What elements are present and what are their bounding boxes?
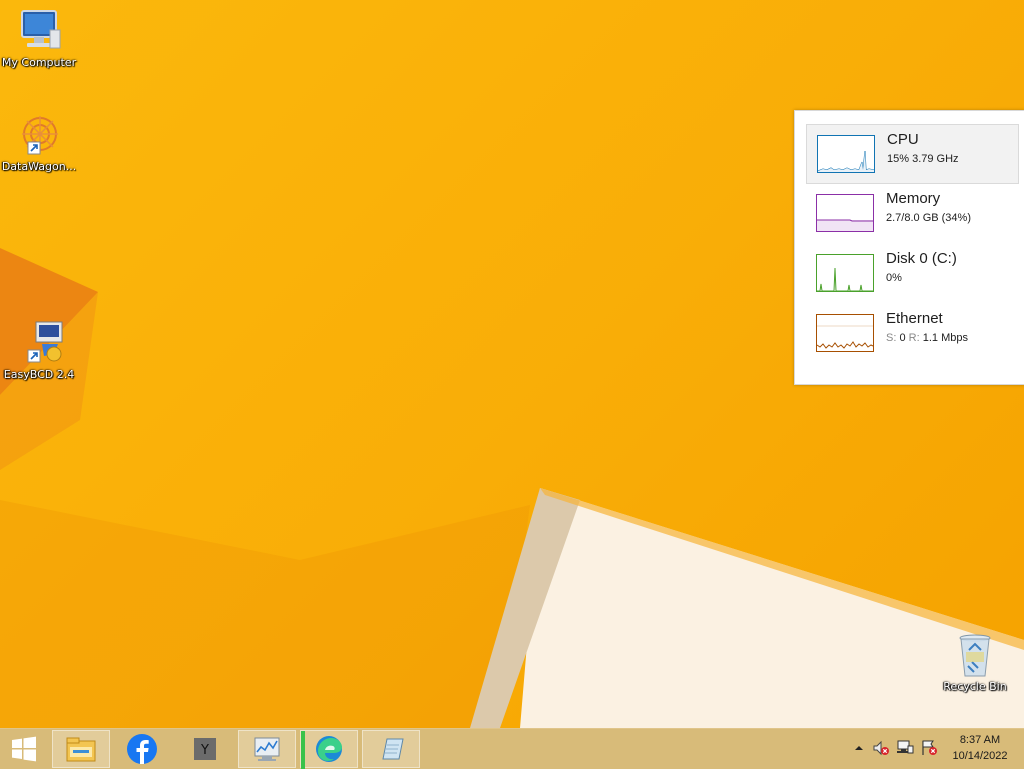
desktop-icon-recycle-bin[interactable]: Recycle Bin <box>936 632 1014 693</box>
taskbar-resource-monitor[interactable] <box>238 730 296 768</box>
active-indicator <box>301 731 305 769</box>
received-label: R: <box>908 332 920 344</box>
desktop-icon-label: Recycle Bin <box>943 680 1007 693</box>
desktop-icon-label: DataWagon... <box>1 160 77 173</box>
network-icon[interactable] <box>896 739 914 757</box>
edge-icon <box>316 736 342 762</box>
taskbar-file-explorer[interactable] <box>52 730 110 768</box>
ethernet-graph <box>816 314 874 352</box>
taskbar: Y 8:37 AM 10/14/2022 <box>0 728 1024 769</box>
desktop-icon-easybcd[interactable]: EasyBCD 2.4 <box>0 320 78 381</box>
perf-name: Memory <box>886 190 941 207</box>
perf-item-disk[interactable]: Disk 0 (C:) 0% <box>806 244 1017 302</box>
easybcd-icon <box>14 320 64 366</box>
desktop: My Computer DataWagon... EasyBCD 2.4 Rec… <box>0 0 1024 728</box>
perf-value: 2.7/8.0 GB (34%) <box>886 212 971 224</box>
taskbar-clock[interactable]: 8:37 AM 10/14/2022 <box>940 732 1020 764</box>
received-value: 1.1 Mbps <box>922 332 968 344</box>
desktop-icon-label: My Computer <box>1 56 77 69</box>
desktop-icon-label: EasyBCD 2.4 <box>3 368 75 381</box>
datawagon-icon <box>14 112 64 158</box>
perf-value: 15% 3.79 GHz <box>887 153 959 165</box>
perf-name: Disk 0 (C:) <box>886 250 957 267</box>
taskbar-facebook[interactable] <box>113 730 171 768</box>
windows-logo-icon <box>12 736 36 762</box>
taskbar-notepad[interactable] <box>362 730 420 768</box>
desktop-icon-datawagon[interactable]: DataWagon... <box>0 112 78 173</box>
recycle-bin-icon <box>950 632 1000 678</box>
start-button[interactable] <box>0 730 48 768</box>
perf-value: S: 0 R: 1.1 Mbps <box>886 332 968 344</box>
svg-text:Y: Y <box>200 743 209 758</box>
perf-name: CPU <box>887 131 919 148</box>
yahoo-icon: Y <box>194 738 216 760</box>
notepad-icon <box>382 738 404 760</box>
clock-time: 8:37 AM <box>959 734 1001 746</box>
speaker-muted-icon[interactable] <box>872 739 890 757</box>
desktop-icon-my-computer[interactable]: My Computer <box>0 8 78 69</box>
action-center-icon[interactable] <box>920 739 938 757</box>
facebook-icon <box>127 734 157 764</box>
memory-graph <box>816 194 874 232</box>
perf-item-ethernet[interactable]: Ethernet S: 0 R: 1.1 Mbps <box>806 304 1017 362</box>
computer-icon <box>14 8 64 54</box>
taskbar-edge[interactable] <box>300 730 358 769</box>
perf-item-memory[interactable]: Memory 2.7/8.0 GB (34%) <box>806 184 1017 242</box>
show-hidden-icons-icon[interactable] <box>850 739 868 757</box>
cpu-graph <box>817 135 875 173</box>
sent-label: S: <box>886 332 897 344</box>
clock-date: 10/14/2022 <box>952 750 1008 762</box>
disk-graph <box>816 254 874 292</box>
perf-item-cpu[interactable]: CPU 15% 3.79 GHz <box>806 124 1019 184</box>
taskbar-yahoo[interactable]: Y <box>176 730 234 768</box>
file-explorer-icon <box>66 737 96 762</box>
sent-value: 0 <box>899 332 906 344</box>
perf-name: Ethernet <box>886 310 943 327</box>
performance-summary-panel: CPU 15% 3.79 GHz Memory 2.7/8.0 GB (34%)… <box>794 110 1024 385</box>
perf-value: 0% <box>886 272 902 284</box>
resource-monitor-icon <box>254 737 280 761</box>
